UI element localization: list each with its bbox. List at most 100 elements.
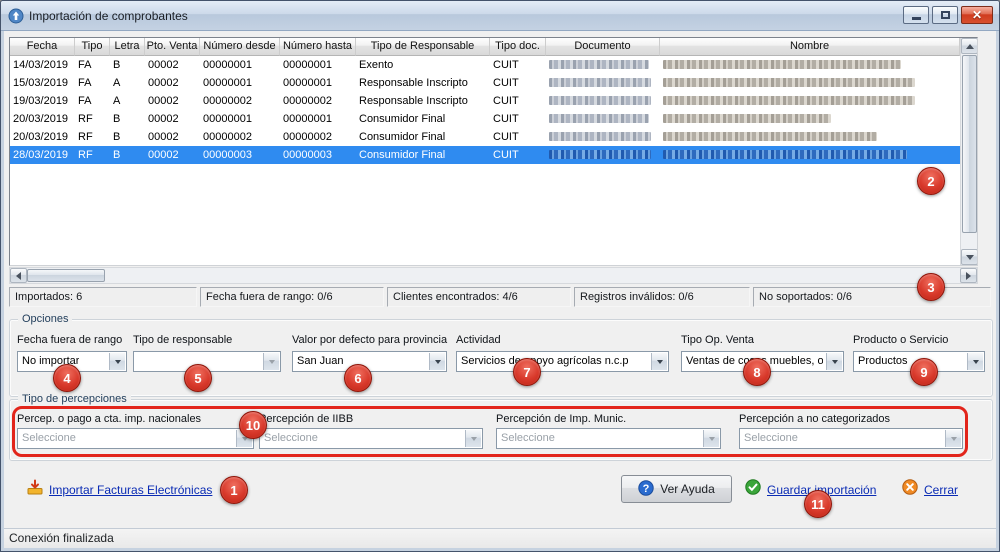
- cell-nombre: [660, 92, 960, 110]
- cell-letra: A: [110, 92, 145, 110]
- combo-provincia[interactable]: San Juan: [292, 351, 447, 372]
- table-row[interactable]: 14/03/2019 FA B 00002 00000001 00000001 …: [10, 56, 960, 74]
- header-numero-hasta[interactable]: Número hasta: [280, 38, 356, 56]
- cell-documento: [546, 146, 660, 164]
- combo-actividad[interactable]: Servicios de apoyo agrícolas n.c.p: [456, 351, 669, 372]
- scroll-down-button[interactable]: [961, 249, 978, 265]
- window-title: Importación de comprobantes: [29, 9, 188, 23]
- comprobantes-grid: Fecha Tipo Letra Pto. Venta Número desde…: [9, 37, 978, 266]
- cell-letra: B: [110, 128, 145, 146]
- minimize-button[interactable]: [903, 6, 929, 24]
- cell-tipo-responsable: Consumidor Final: [356, 110, 490, 128]
- header-fecha[interactable]: Fecha: [10, 38, 75, 56]
- label-tipo-responsable: Tipo de responsable: [133, 334, 232, 346]
- arrow-right-icon: [966, 272, 975, 280]
- header-pto-venta[interactable]: Pto. Venta: [145, 38, 200, 56]
- maximize-button[interactable]: [932, 6, 958, 24]
- callout-badge-9: 9: [910, 358, 938, 386]
- chevron-down-icon[interactable]: [429, 353, 445, 370]
- label-tipo-op-venta: Tipo Op. Venta: [681, 334, 754, 346]
- window-controls: [903, 6, 993, 24]
- chevron-down-icon[interactable]: [651, 353, 667, 370]
- cell-tipo-doc: CUIT: [490, 56, 546, 74]
- cell-pto-venta: 00002: [145, 56, 200, 74]
- import-icon: [27, 479, 43, 500]
- header-tipo[interactable]: Tipo: [75, 38, 110, 56]
- cell-nombre: [660, 74, 960, 92]
- scroll-up-button[interactable]: [961, 38, 978, 54]
- table-row[interactable]: 20/03/2019 RF B 00002 00000002 00000002 …: [10, 128, 960, 146]
- header-letra[interactable]: Letra: [110, 38, 145, 56]
- callout-badge-11: 11: [804, 490, 832, 518]
- scroll-right-button[interactable]: [960, 268, 977, 283]
- header-tipo-doc[interactable]: Tipo doc.: [490, 38, 546, 56]
- cell-numero-hasta: 00000002: [280, 128, 356, 146]
- status-bar: Conexión finalizada: [4, 528, 996, 548]
- cell-documento: [546, 56, 660, 74]
- redacted-documento: [549, 150, 651, 159]
- close-button[interactable]: [961, 6, 993, 24]
- chevron-down-icon[interactable]: [109, 353, 125, 370]
- ver-ayuda-label: Ver Ayuda: [660, 482, 715, 496]
- cell-numero-desde: 00000002: [200, 92, 280, 110]
- table-row[interactable]: 15/03/2019 FA A 00002 00000001 00000001 …: [10, 74, 960, 92]
- scroll-left-button[interactable]: [10, 268, 27, 283]
- importar-facturas-link[interactable]: Importar Facturas Electrónicas: [27, 479, 212, 500]
- title-bar[interactable]: Importación de comprobantes: [1, 1, 999, 31]
- cell-numero-hasta: 00000001: [280, 110, 356, 128]
- callout-badge-7: 7: [513, 358, 541, 386]
- importar-facturas-label: Importar Facturas Electrónicas: [49, 483, 212, 497]
- horizontal-scrollbar[interactable]: [9, 267, 978, 284]
- table-row-selected[interactable]: 28/03/2019 RF B 00002 00000003 00000003 …: [10, 146, 960, 164]
- cell-pto-venta: 00002: [145, 110, 200, 128]
- cell-tipo: RF: [75, 128, 110, 146]
- table-row[interactable]: 19/03/2019 FA A 00002 00000002 00000002 …: [10, 92, 960, 110]
- callout-badge-10: 10: [239, 411, 267, 439]
- maximize-icon: [941, 11, 950, 19]
- combo-value: Servicios de apoyo agrícolas n.c.p: [461, 352, 629, 371]
- callout-badge-8: 8: [743, 358, 771, 386]
- horizontal-scrollbar-thumb[interactable]: [27, 269, 105, 282]
- cell-tipo-doc: CUIT: [490, 128, 546, 146]
- cell-documento: [546, 128, 660, 146]
- arrow-down-icon: [966, 255, 974, 264]
- cell-numero-desde: 00000002: [200, 128, 280, 146]
- combo-value: San Juan: [297, 352, 343, 371]
- label-valor-provincia: Valor por defecto para provincia: [292, 334, 447, 346]
- cell-nombre: [660, 110, 960, 128]
- chevron-down-icon[interactable]: [826, 353, 842, 370]
- table-row[interactable]: 20/03/2019 RF B 00002 00000001 00000001 …: [10, 110, 960, 128]
- redacted-nombre: [663, 78, 915, 87]
- summary-fecha-fuera-rango: Fecha fuera de rango: 0/6: [200, 287, 384, 307]
- cell-numero-desde: 00000001: [200, 110, 280, 128]
- header-documento[interactable]: Documento: [546, 38, 660, 56]
- chevron-down-icon[interactable]: [967, 353, 983, 370]
- redacted-documento: [549, 78, 651, 87]
- cell-tipo-responsable: Responsable Inscripto: [356, 74, 490, 92]
- redacted-documento: [549, 96, 651, 105]
- header-nombre[interactable]: Nombre: [660, 38, 960, 56]
- redacted-documento: [549, 114, 649, 123]
- annotation-highlight-box: [12, 406, 968, 457]
- minimize-icon: [912, 17, 921, 20]
- close-icon: [972, 9, 982, 21]
- cell-letra: A: [110, 74, 145, 92]
- vertical-scrollbar[interactable]: [960, 38, 977, 265]
- chevron-down-icon[interactable]: [263, 353, 279, 370]
- cerrar-link[interactable]: Cerrar: [902, 479, 958, 500]
- cell-numero-hasta: 00000001: [280, 56, 356, 74]
- callout-badge-3: 3: [917, 273, 945, 301]
- cell-numero-hasta: 00000002: [280, 92, 356, 110]
- header-tipo-responsable[interactable]: Tipo de Responsable: [356, 38, 490, 56]
- help-icon: ?: [638, 480, 654, 499]
- svg-text:?: ?: [643, 483, 650, 495]
- cell-tipo: FA: [75, 56, 110, 74]
- cell-nombre: [660, 56, 960, 74]
- cell-tipo: FA: [75, 92, 110, 110]
- cell-fecha: 20/03/2019: [10, 128, 75, 146]
- cell-documento: [546, 74, 660, 92]
- grid-header: Fecha Tipo Letra Pto. Venta Número desde…: [10, 38, 960, 56]
- header-numero-desde[interactable]: Número desde: [200, 38, 280, 56]
- vertical-scrollbar-thumb[interactable]: [962, 55, 977, 233]
- ver-ayuda-button[interactable]: ? Ver Ayuda: [621, 475, 732, 503]
